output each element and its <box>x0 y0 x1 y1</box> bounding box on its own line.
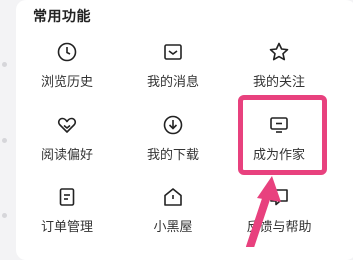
feature-label: 我的下载 <box>146 148 199 163</box>
edge-dot <box>2 62 7 67</box>
edge-dot <box>2 138 7 143</box>
feature-reading-preferences[interactable]: 阅读偏好 <box>17 114 117 170</box>
section-title: 常用功能 <box>33 9 91 25</box>
highlight-box <box>238 95 327 175</box>
edge-dot <box>2 213 7 218</box>
feature-feedback-help[interactable]: 反馈与帮助 <box>229 186 329 242</box>
star-icon <box>268 41 290 63</box>
help-icon <box>268 186 290 208</box>
document-icon <box>56 186 78 208</box>
feature-order-management[interactable]: 订单管理 <box>17 186 117 242</box>
feature-blacklist[interactable]: 小黑屋 <box>123 186 223 242</box>
feature-my-follows[interactable]: 我的关注 <box>229 41 329 97</box>
feature-label: 订单管理 <box>40 220 93 235</box>
clock-icon <box>56 41 78 63</box>
feature-label: 阅读偏好 <box>40 148 93 163</box>
heart-icon <box>56 114 78 136</box>
house-icon <box>162 186 184 208</box>
feature-label: 浏览历史 <box>40 75 93 90</box>
feature-browse-history[interactable]: 浏览历史 <box>17 41 117 97</box>
feature-label: 小黑屋 <box>153 220 193 235</box>
download-icon <box>162 114 184 136</box>
message-icon <box>162 41 184 63</box>
feature-label: 我的关注 <box>252 75 305 90</box>
feature-my-downloads[interactable]: 我的下载 <box>123 114 223 170</box>
feature-label: 反馈与帮助 <box>246 220 312 235</box>
feature-label: 我的消息 <box>146 75 199 90</box>
left-edge-strip <box>0 0 14 247</box>
feature-my-messages[interactable]: 我的消息 <box>123 41 223 97</box>
